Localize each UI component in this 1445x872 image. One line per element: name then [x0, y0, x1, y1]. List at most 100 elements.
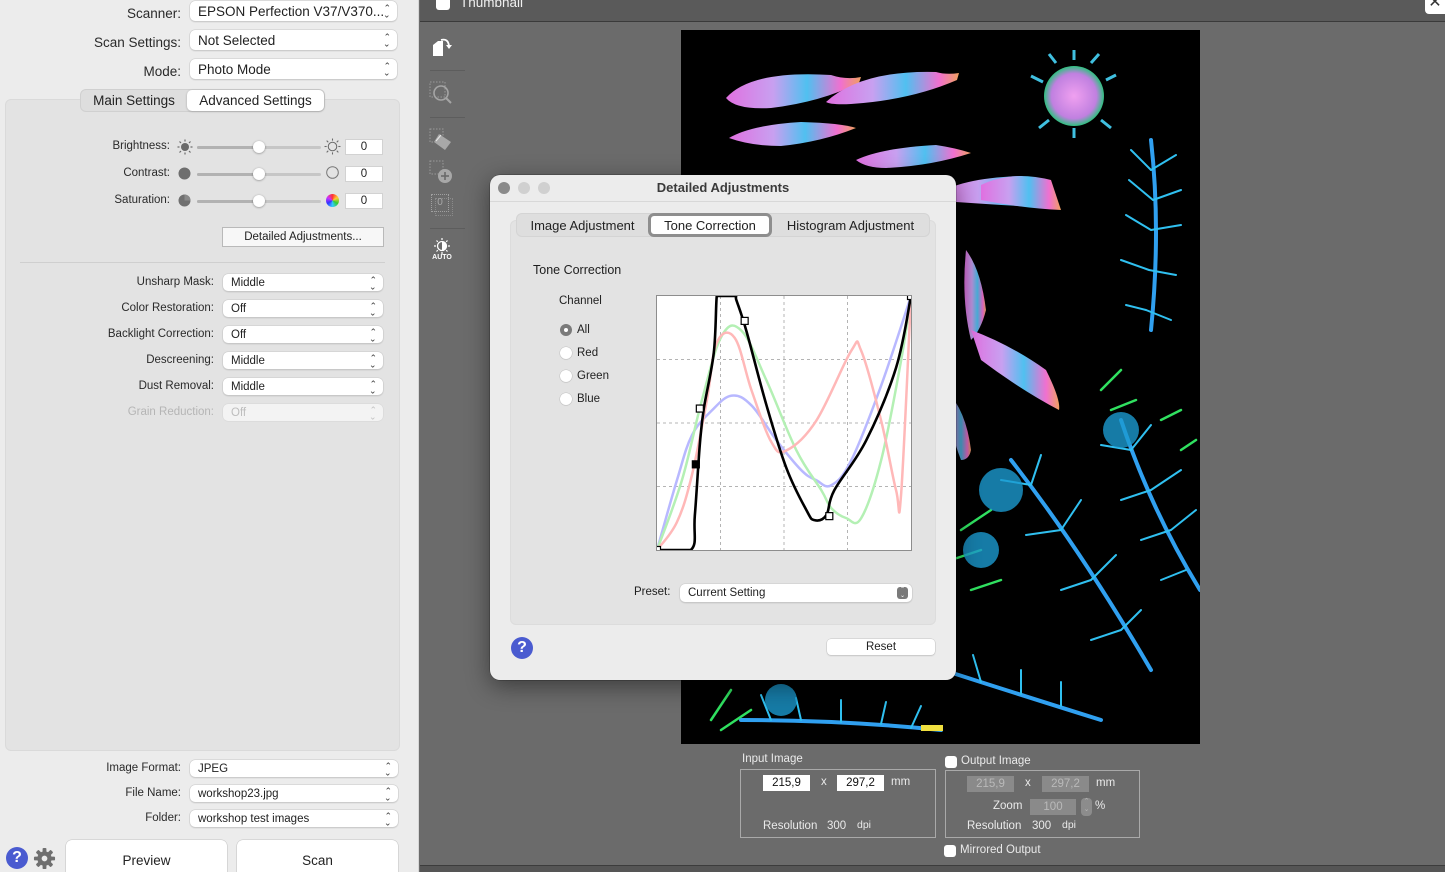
curve-control-point[interactable]: [652, 545, 662, 555]
brightness-slider-fill: [197, 146, 259, 149]
marquee-count-icon[interactable]: 0: [428, 191, 456, 219]
color-restoration-select[interactable]: Off ⌃ ⌃: [223, 300, 383, 317]
unsharp-mask-label: Unsharp Mask:: [136, 276, 214, 288]
folder-label: Folder:: [145, 812, 181, 824]
curve-control-point[interactable]: [695, 404, 704, 413]
auto-label: AUTO: [432, 254, 452, 261]
scan-settings-select[interactable]: Not Selected ⌃ ⌃: [190, 30, 397, 50]
saturation-slider[interactable]: [197, 195, 321, 207]
mirrored-output-checkbox[interactable]: [944, 845, 956, 857]
grain-reduction-value: Off: [231, 406, 247, 419]
preset-select[interactable]: Current Setting ⌃ ⌄: [680, 584, 912, 602]
contrast-slider-fill: [197, 173, 259, 176]
file-name-label: File Name:: [125, 787, 181, 799]
auto-exposure-icon[interactable]: AUTO: [428, 236, 456, 264]
channel-radio-blue[interactable]: Blue: [560, 393, 600, 405]
zoom-label: Zoom: [993, 800, 1023, 812]
preview-bottom-bar: [420, 865, 1445, 872]
output-resolution-value: 300: [1032, 820, 1052, 832]
scanner-label: Scanner:: [126, 5, 181, 21]
input-resolution-unit: dpi: [857, 819, 872, 831]
channel-radio-all[interactable]: All: [560, 324, 590, 336]
scan-button[interactable]: Scan: [237, 840, 398, 872]
rotate-icon[interactable]: [428, 33, 456, 61]
tone-curve-editor[interactable]: [652, 291, 916, 555]
saturation-low-icon: [178, 194, 191, 207]
erase-marquee-icon[interactable]: [428, 127, 456, 155]
file-name-select[interactable]: workshop23.jpg ⌃ ⌃: [190, 785, 398, 802]
tab-advanced-settings[interactable]: Advanced Settings: [187, 90, 324, 111]
contrast-value-field[interactable]: 0: [345, 166, 383, 182]
preview-button[interactable]: Preview: [66, 840, 227, 872]
radio-dot: [560, 324, 572, 336]
backlight-correction-value: Off: [231, 328, 247, 341]
curve-control-point[interactable]: [740, 316, 749, 326]
input-height-field[interactable]: 297,2: [837, 775, 884, 791]
input-resolution-value: 300: [827, 820, 847, 832]
tab-histogram-adjustment[interactable]: Histogram Adjustment: [772, 214, 929, 236]
saturation-value-field[interactable]: 0: [345, 193, 383, 209]
input-width-field[interactable]: 215,9: [763, 775, 810, 791]
detailed-adjustments-button[interactable]: Detailed Adjustments...: [222, 227, 384, 247]
brightness-slider[interactable]: [197, 141, 321, 153]
dust-removal-select[interactable]: Middle ⌃ ⌃: [223, 378, 383, 395]
contrast-slider[interactable]: [197, 168, 321, 180]
brightness-value-field[interactable]: 0: [345, 139, 383, 155]
window-minimize-button[interactable]: [518, 182, 530, 194]
tab-image-adjustment[interactable]: Image Adjustment: [517, 214, 648, 236]
channel-label: Channel: [559, 295, 602, 307]
help-icon[interactable]: ?: [6, 847, 28, 869]
chevron-updown-icon: ⌃ ⌃: [383, 61, 391, 78]
window-zoom-button[interactable]: [538, 182, 550, 194]
curve-control-point[interactable]: [906, 291, 916, 301]
mode-select[interactable]: Photo Mode ⌃ ⌃: [190, 59, 397, 79]
folder-select[interactable]: workshop test images ⌃ ⌃: [190, 810, 398, 827]
reset-button[interactable]: Reset: [827, 639, 935, 655]
toolbar-separator: [430, 228, 465, 229]
mode-label: Mode:: [143, 63, 181, 79]
help-icon[interactable]: ?: [511, 637, 533, 659]
thumbnail-checkbox[interactable]: [436, 0, 450, 10]
chevron-updown-icon: ⌃ ⌃: [369, 378, 377, 395]
brightness-slider-knob[interactable]: [253, 141, 265, 153]
preset-value: Current Setting: [688, 587, 766, 599]
file-name-value: workshop23.jpg: [198, 787, 279, 800]
scan-settings-value: Not Selected: [198, 32, 276, 48]
scanner-select[interactable]: EPSON Perfection V37/V370... ⌃ ⌃: [190, 1, 397, 21]
color-wheel-icon: [326, 194, 339, 207]
tab-main-settings[interactable]: Main Settings: [81, 90, 187, 111]
channel-radio-green[interactable]: Green: [560, 370, 609, 382]
contrast-slider-knob[interactable]: [253, 168, 265, 180]
zoom-stepper: ⌃ ⌄: [1081, 798, 1092, 816]
chevron-updown-icon: ⌃ ⌃: [383, 3, 391, 20]
sun-dim-icon: [177, 139, 193, 155]
input-resolution-label: Resolution: [763, 820, 818, 832]
tone-curve-plot[interactable]: [652, 291, 916, 555]
unsharp-mask-select[interactable]: Middle ⌃ ⌃: [223, 274, 383, 291]
tab-tone-correction[interactable]: Tone Correction: [648, 213, 772, 237]
zoom-marquee-icon[interactable]: [428, 80, 456, 108]
section-divider: [20, 262, 385, 263]
mode-value: Photo Mode: [198, 61, 271, 77]
curve-control-point[interactable]: [691, 460, 700, 469]
flower-head: [1030, 50, 1117, 138]
settings-tabbar: Main Settings Advanced Settings: [80, 89, 325, 112]
close-icon[interactable]: ✕: [1425, 0, 1445, 14]
channel-green-label: Green: [577, 370, 609, 382]
channel-blue-label: Blue: [577, 393, 601, 405]
output-resolution-unit: dpi: [1062, 819, 1077, 831]
saturation-slider-knob[interactable]: [253, 195, 265, 207]
descreening-select[interactable]: Middle ⌃ ⌃: [223, 352, 383, 369]
unsharp-mask-value: Middle: [231, 276, 265, 289]
add-marquee-icon[interactable]: [428, 159, 456, 187]
radio-dot: [560, 393, 572, 405]
window-close-button[interactable]: [498, 182, 510, 194]
gear-icon[interactable]: [33, 847, 56, 870]
output-height-field: 297,2: [1042, 776, 1089, 792]
output-image-checkbox[interactable]: [945, 756, 957, 768]
channel-radio-red[interactable]: Red: [560, 347, 598, 359]
backlight-correction-select[interactable]: Off ⌃ ⌃: [223, 326, 383, 343]
dialog-tabbar: Image Adjustment Tone Correction Histogr…: [516, 213, 930, 237]
image-format-select[interactable]: JPEG ⌃ ⌃: [190, 760, 398, 777]
curve-control-point[interactable]: [825, 512, 834, 521]
